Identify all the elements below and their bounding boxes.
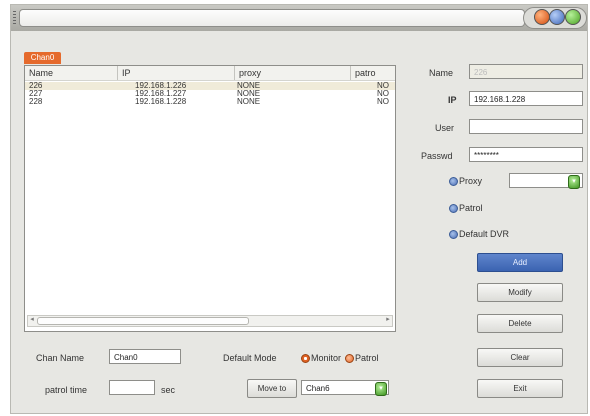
horizontal-scrollbar[interactable]: ◂ ▸ — [27, 315, 393, 327]
add-button[interactable]: Add — [477, 253, 563, 272]
minimize-icon[interactable] — [534, 9, 550, 25]
password-field[interactable]: ******** — [469, 147, 583, 162]
clear-button[interactable]: Clear — [477, 348, 563, 367]
cell-name: 228 — [29, 97, 43, 106]
tab-chan0[interactable]: Chan0 — [24, 52, 61, 64]
patrol-mode-radio[interactable] — [345, 354, 354, 363]
list-header: Name IP proxy patro — [25, 66, 395, 81]
table-row[interactable]: 227 192.168.1.227 NONE NO — [25, 90, 395, 98]
monitor-radio[interactable] — [301, 354, 310, 363]
move-to-button[interactable]: Move to — [247, 379, 297, 398]
cell-patrol: NO — [377, 97, 389, 106]
proxy-radio[interactable] — [449, 177, 458, 186]
column-header-proxy[interactable]: proxy — [235, 66, 351, 80]
scroll-left-icon[interactable]: ◂ — [28, 316, 36, 324]
column-header-ip[interactable]: IP — [118, 66, 235, 80]
patrol-label: Patrol — [459, 203, 483, 213]
device-list[interactable]: Name IP proxy patro 226 192.168.1.226 NO… — [24, 65, 396, 332]
main-window: Chan0 Name IP proxy patro 226 192.168.1.… — [10, 4, 588, 414]
chevron-down-icon[interactable]: ▾ — [375, 382, 387, 396]
patrol-radio[interactable] — [449, 204, 458, 213]
chan-name-label: Chan Name — [36, 353, 85, 363]
user-label: User — [435, 123, 455, 133]
user-field[interactable] — [469, 119, 583, 134]
table-row[interactable]: 226 192.168.1.226 NONE NO — [25, 82, 395, 90]
chevron-down-icon[interactable]: ▾ — [568, 175, 580, 189]
chan-name-field[interactable]: Chan0 — [109, 349, 181, 364]
ip-label: IP — [448, 95, 457, 105]
column-header-patrol[interactable]: patro — [351, 66, 395, 80]
column-header-name[interactable]: Name — [25, 66, 118, 80]
default-mode-label: Default Mode — [223, 353, 277, 363]
maximize-icon[interactable] — [549, 9, 565, 25]
ip-field[interactable]: 192.168.1.228 — [469, 91, 583, 106]
patrol-time-field[interactable] — [109, 380, 155, 395]
scroll-right-icon[interactable]: ▸ — [384, 316, 392, 324]
default-dvr-radio[interactable] — [449, 230, 458, 239]
title-field — [19, 9, 525, 27]
patrol-time-label: patrol time — [45, 385, 88, 395]
default-dvr-label: Default DVR — [459, 229, 510, 239]
scrollbar-thumb[interactable] — [37, 317, 249, 325]
monitor-label: Monitor — [311, 353, 342, 363]
patrol-mode-label: Patrol — [355, 353, 379, 363]
name-field[interactable]: 226 — [469, 64, 583, 79]
title-bar — [11, 5, 587, 31]
exit-button[interactable]: Exit — [477, 379, 563, 398]
password-label: Passwd — [421, 151, 453, 161]
modify-button[interactable]: Modify — [477, 283, 563, 302]
delete-button[interactable]: Delete — [477, 314, 563, 333]
grip-icon — [13, 11, 16, 24]
cell-ip: 192.168.1.228 — [135, 97, 187, 106]
table-row[interactable]: 228 192.168.1.228 NONE NO — [25, 98, 395, 106]
sec-label: sec — [161, 385, 176, 395]
cell-proxy: NONE — [237, 97, 261, 106]
close-icon[interactable] — [565, 9, 581, 25]
name-label: Name — [429, 68, 454, 78]
proxy-label: Proxy — [459, 176, 483, 186]
